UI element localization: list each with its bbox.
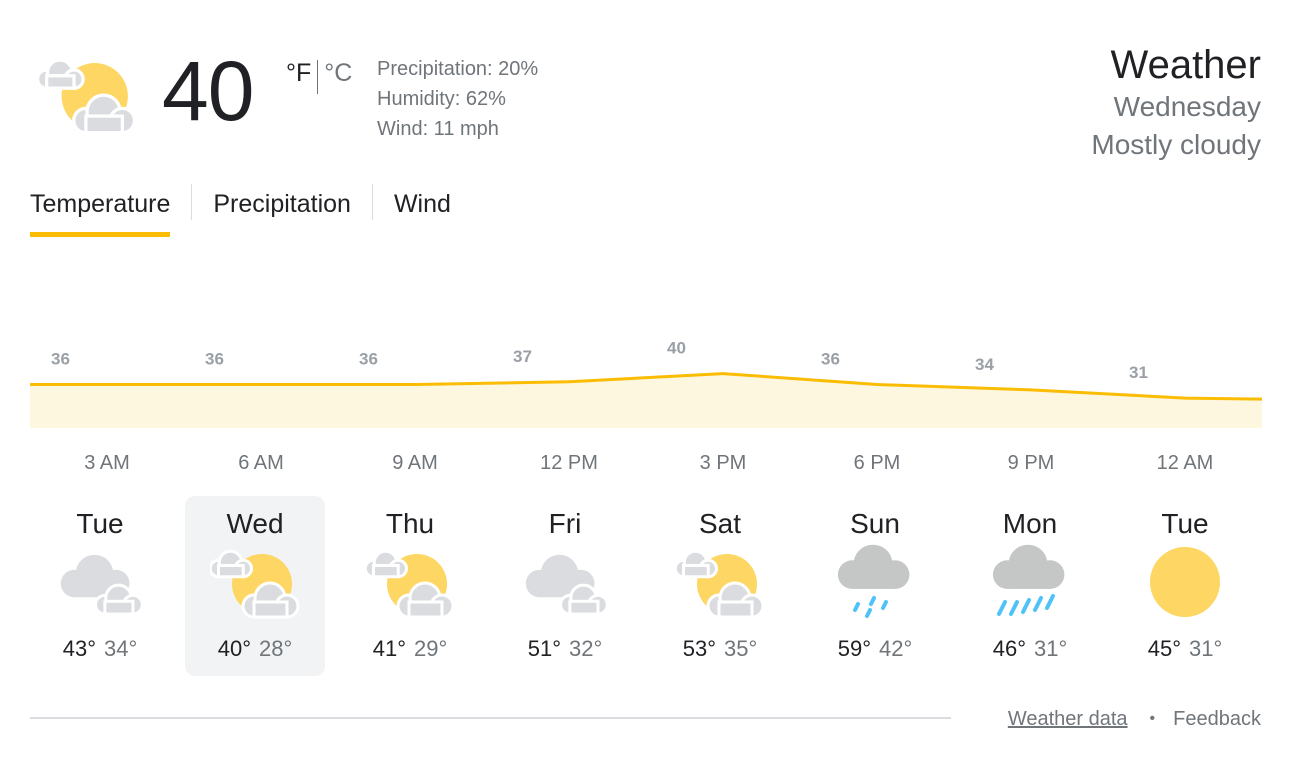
chart-value-label: 36 — [51, 349, 70, 368]
day-name: Sun — [850, 508, 900, 539]
low-temp: 32° — [569, 636, 603, 661]
high-temp: 53° — [682, 636, 716, 661]
tab-divider — [191, 184, 193, 220]
feedback-link[interactable]: Feedback — [1173, 705, 1261, 733]
chart-value-label: 34 — [975, 355, 994, 374]
hour-label: 12 PM — [540, 452, 598, 474]
hour-label: 3 AM — [84, 452, 130, 474]
day-temps: 46° 31° — [960, 636, 1100, 662]
day-name: Tue — [1161, 508, 1209, 539]
day-name: Wed — [226, 508, 284, 539]
tab-precipitation[interactable]: Precipitation — [213, 182, 351, 226]
tab-temperature[interactable]: Temperature — [30, 182, 171, 237]
weather-data-link[interactable]: Weather data — [1008, 705, 1128, 733]
footer-separator: • — [1149, 710, 1156, 727]
low-temp: 42° — [879, 636, 913, 661]
hour-axis: 3 AM 6 AM 9 AM 12 PM 3 PM 6 PM 9 PM 12 AM — [30, 450, 1262, 478]
day-temps: 59° 42° — [805, 636, 945, 662]
high-temp: 41° — [372, 636, 406, 661]
chart-value-label: 36 — [821, 349, 840, 368]
hour-label: 6 PM — [853, 452, 901, 474]
tab-wind[interactable]: Wind — [394, 182, 451, 226]
footer-divider — [30, 717, 951, 719]
high-temp: 40° — [217, 636, 251, 661]
chart-value-label: 31 — [1129, 363, 1148, 382]
day-name: Tue — [76, 508, 124, 539]
day-card-sat[interactable]: Sat 53° 35° — [650, 496, 790, 676]
day-temps: 43° 34° — [30, 636, 170, 662]
chart-area — [30, 373, 1262, 428]
day-card-tue[interactable]: Tue 43° 34° — [30, 496, 170, 676]
current-temperature: 40 — [162, 44, 254, 138]
cloudy-icon — [55, 544, 145, 620]
tab-divider — [371, 184, 373, 220]
day-card-thu[interactable]: Thu 41° 29° — [340, 496, 480, 676]
low-temp: 34° — [104, 636, 138, 661]
partly-cloudy-icon — [208, 544, 300, 620]
low-temp: 31° — [1034, 636, 1068, 661]
rain-icon — [985, 544, 1075, 620]
precipitation-text: Precipitation: 20% — [377, 58, 539, 80]
day-temps: 45° 31° — [1115, 636, 1255, 662]
day-temps: 51° 32° — [495, 636, 635, 662]
chart-tabs: Temperature Precipitation Wind — [30, 182, 451, 240]
light-rain-icon — [830, 544, 920, 620]
high-temp: 46° — [992, 636, 1026, 661]
weather-title: Weather — [1110, 43, 1261, 87]
hour-label: 6 AM — [238, 452, 284, 474]
wind-text: Wind: 11 mph — [377, 118, 499, 140]
day-temps: 41° 29° — [340, 636, 480, 662]
chart-value-label: 36 — [205, 349, 224, 368]
day-card-fri[interactable]: Fri 51° 32° — [495, 496, 635, 676]
hour-label: 9 AM — [392, 452, 438, 474]
celsius-button[interactable]: °C — [318, 58, 352, 88]
low-temp: 31° — [1189, 636, 1223, 661]
hour-label: 3 PM — [699, 452, 747, 474]
day-temps: 53° 35° — [650, 636, 790, 662]
hour-label: 12 AM — [1156, 452, 1214, 474]
partly-cloudy-icon — [30, 52, 144, 136]
fahrenheit-button[interactable]: °F — [286, 58, 317, 88]
humidity-text: Humidity: 62% — [377, 88, 506, 110]
day-temps: 40° 28° — [185, 636, 325, 662]
current-day: Wednesday — [1113, 91, 1261, 122]
current-details: Precipitation: 20% Humidity: 62% Wind: 1… — [377, 54, 538, 144]
high-temp: 59° — [837, 636, 871, 661]
chart-value-label: 40 — [667, 339, 686, 358]
high-temp: 45° — [1147, 636, 1181, 661]
cloudy-icon — [520, 544, 610, 620]
partly-cloudy-icon — [673, 544, 765, 620]
day-name: Mon — [1002, 508, 1058, 539]
day-name: Fri — [548, 508, 582, 539]
temperature-chart: 36 36 36 37 40 36 34 31 — [30, 339, 1263, 428]
footer: Weather data • Feedback — [1008, 705, 1261, 733]
day-name: Sat — [698, 508, 742, 539]
low-temp: 29° — [414, 636, 448, 661]
chart-value-label: 37 — [513, 347, 532, 366]
sunny-icon — [1140, 544, 1230, 620]
day-card-wed[interactable]: Wed 40° 28° — [185, 496, 325, 676]
high-temp: 43° — [62, 636, 96, 661]
chart-value-label: 36 — [359, 349, 378, 368]
unit-toggle: °F °C — [286, 58, 352, 94]
day-card-tue[interactable]: Tue 45° 31° — [1115, 496, 1255, 676]
partly-cloudy-icon — [363, 544, 455, 620]
day-card-mon[interactable]: Mon 46° 31° — [960, 496, 1100, 676]
high-temp: 51° — [527, 636, 561, 661]
current-condition: Mostly cloudy — [1091, 129, 1261, 160]
day-name: Thu — [385, 508, 435, 539]
day-card-sun[interactable]: Sun 59° 42° — [805, 496, 945, 676]
hour-label: 9 PM — [1007, 452, 1055, 474]
low-temp: 28° — [259, 636, 293, 661]
daily-forecast: Tue 43° 34° Wed 40° 28° Thu 41° 29° Fri … — [30, 496, 1270, 676]
low-temp: 35° — [724, 636, 758, 661]
